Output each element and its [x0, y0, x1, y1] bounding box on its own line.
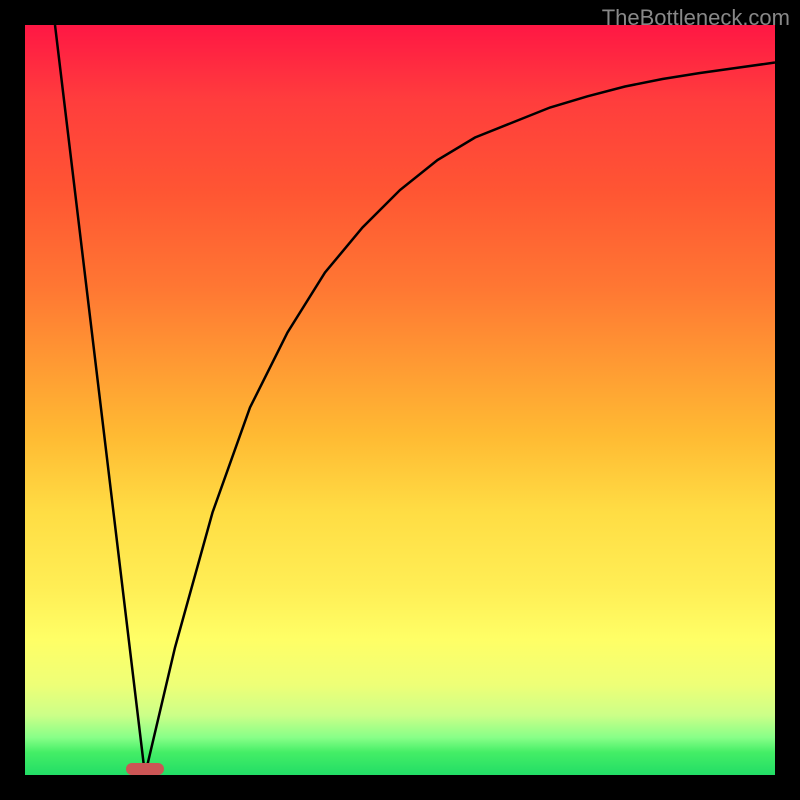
- watermark-text: TheBottleneck.com: [602, 5, 790, 31]
- bottleneck-curve: [55, 25, 775, 775]
- chart-svg: [25, 25, 775, 775]
- chart-area: [25, 25, 775, 775]
- target-marker: [126, 763, 164, 775]
